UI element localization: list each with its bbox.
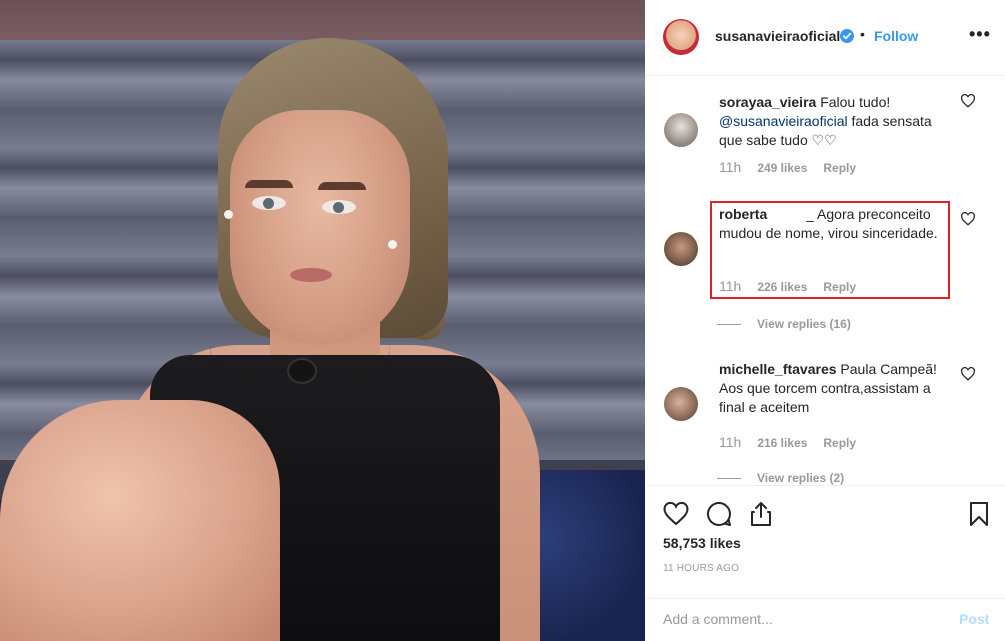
comment-text: sorayaa_vieira Falou tudo! @susanavieira… — [719, 93, 949, 150]
comment-time[interactable]: 11h — [719, 434, 741, 450]
comment-meta: 11h 216 likes Reply — [719, 434, 856, 450]
post-photo[interactable] — [0, 0, 645, 641]
comment-bubble-icon[interactable] — [705, 500, 733, 528]
post-side-panel: susanavieiraoficial • Follow ••• sorayaa… — [645, 0, 1005, 641]
commenter-username[interactable]: michelle_ftavares — [719, 361, 837, 377]
lips — [290, 268, 332, 282]
comment-meta: 11h 249 likes Reply — [719, 159, 856, 175]
right-earring — [388, 240, 397, 249]
author-username[interactable]: susanavieiraoficial — [715, 28, 840, 44]
more-options-icon[interactable]: ••• — [969, 24, 991, 45]
save-bookmark-icon[interactable] — [965, 500, 993, 528]
comment-likes[interactable]: 249 likes — [757, 161, 807, 175]
view-replies-label: View replies (2) — [757, 471, 845, 485]
commenter-avatar[interactable] — [664, 113, 698, 147]
verified-badge-icon — [840, 29, 854, 43]
comments-list[interactable]: sorayaa_vieira Falou tudo! @susanavieira… — [645, 77, 1005, 485]
like-heart-icon[interactable] — [662, 500, 690, 528]
follow-button[interactable]: Follow — [874, 28, 918, 44]
share-icon[interactable] — [747, 500, 775, 528]
comment-body: Falou tudo! — [816, 94, 891, 110]
right-brow — [318, 182, 366, 190]
right-eye — [322, 200, 356, 214]
left-eye — [252, 196, 286, 210]
microphone-pendant — [287, 358, 317, 384]
header-separator: • — [860, 26, 865, 42]
like-comment-heart-icon[interactable] — [960, 94, 976, 108]
comment-likes[interactable]: 216 likes — [757, 436, 807, 450]
author-avatar[interactable] — [663, 19, 699, 55]
add-comment-bar: Post — [645, 598, 1005, 641]
like-comment-heart-icon[interactable] — [960, 212, 976, 226]
view-replies-line — [717, 478, 741, 480]
background-top-band — [0, 0, 645, 40]
reply-button[interactable]: Reply — [823, 161, 856, 175]
comment-text: michelle_ftavares Paula Campeã! Aos que … — [719, 360, 949, 417]
commenter-username[interactable]: sorayaa_vieira — [719, 94, 816, 110]
commenter-avatar[interactable] — [664, 387, 698, 421]
post-likes-count[interactable]: 58,753 likes — [663, 535, 741, 551]
view-replies-button[interactable]: View replies (16) — [717, 317, 851, 331]
post-header: susanavieiraoficial • Follow ••• — [645, 0, 1005, 76]
post-timestamp[interactable]: 11 HOURS AGO — [663, 563, 739, 574]
knee — [0, 400, 280, 641]
view-replies-button[interactable]: View replies (2) — [717, 471, 844, 485]
comment-mention[interactable]: @susanavieiraoficial — [719, 113, 848, 129]
face — [230, 110, 410, 345]
post-actions: 58,753 likes 11 HOURS AGO Post — [645, 485, 1005, 630]
comment-time[interactable]: 11h — [719, 159, 741, 175]
highlight-annotation-box — [710, 201, 950, 299]
like-comment-heart-icon[interactable] — [960, 367, 976, 381]
commenter-avatar[interactable] — [664, 232, 698, 266]
left-brow — [245, 180, 293, 188]
left-earring — [224, 210, 233, 219]
view-replies-label: View replies (16) — [757, 317, 851, 331]
view-replies-line — [717, 324, 741, 326]
add-comment-input[interactable] — [663, 611, 943, 627]
post-comment-button[interactable]: Post — [959, 611, 989, 627]
reply-button[interactable]: Reply — [823, 436, 856, 450]
